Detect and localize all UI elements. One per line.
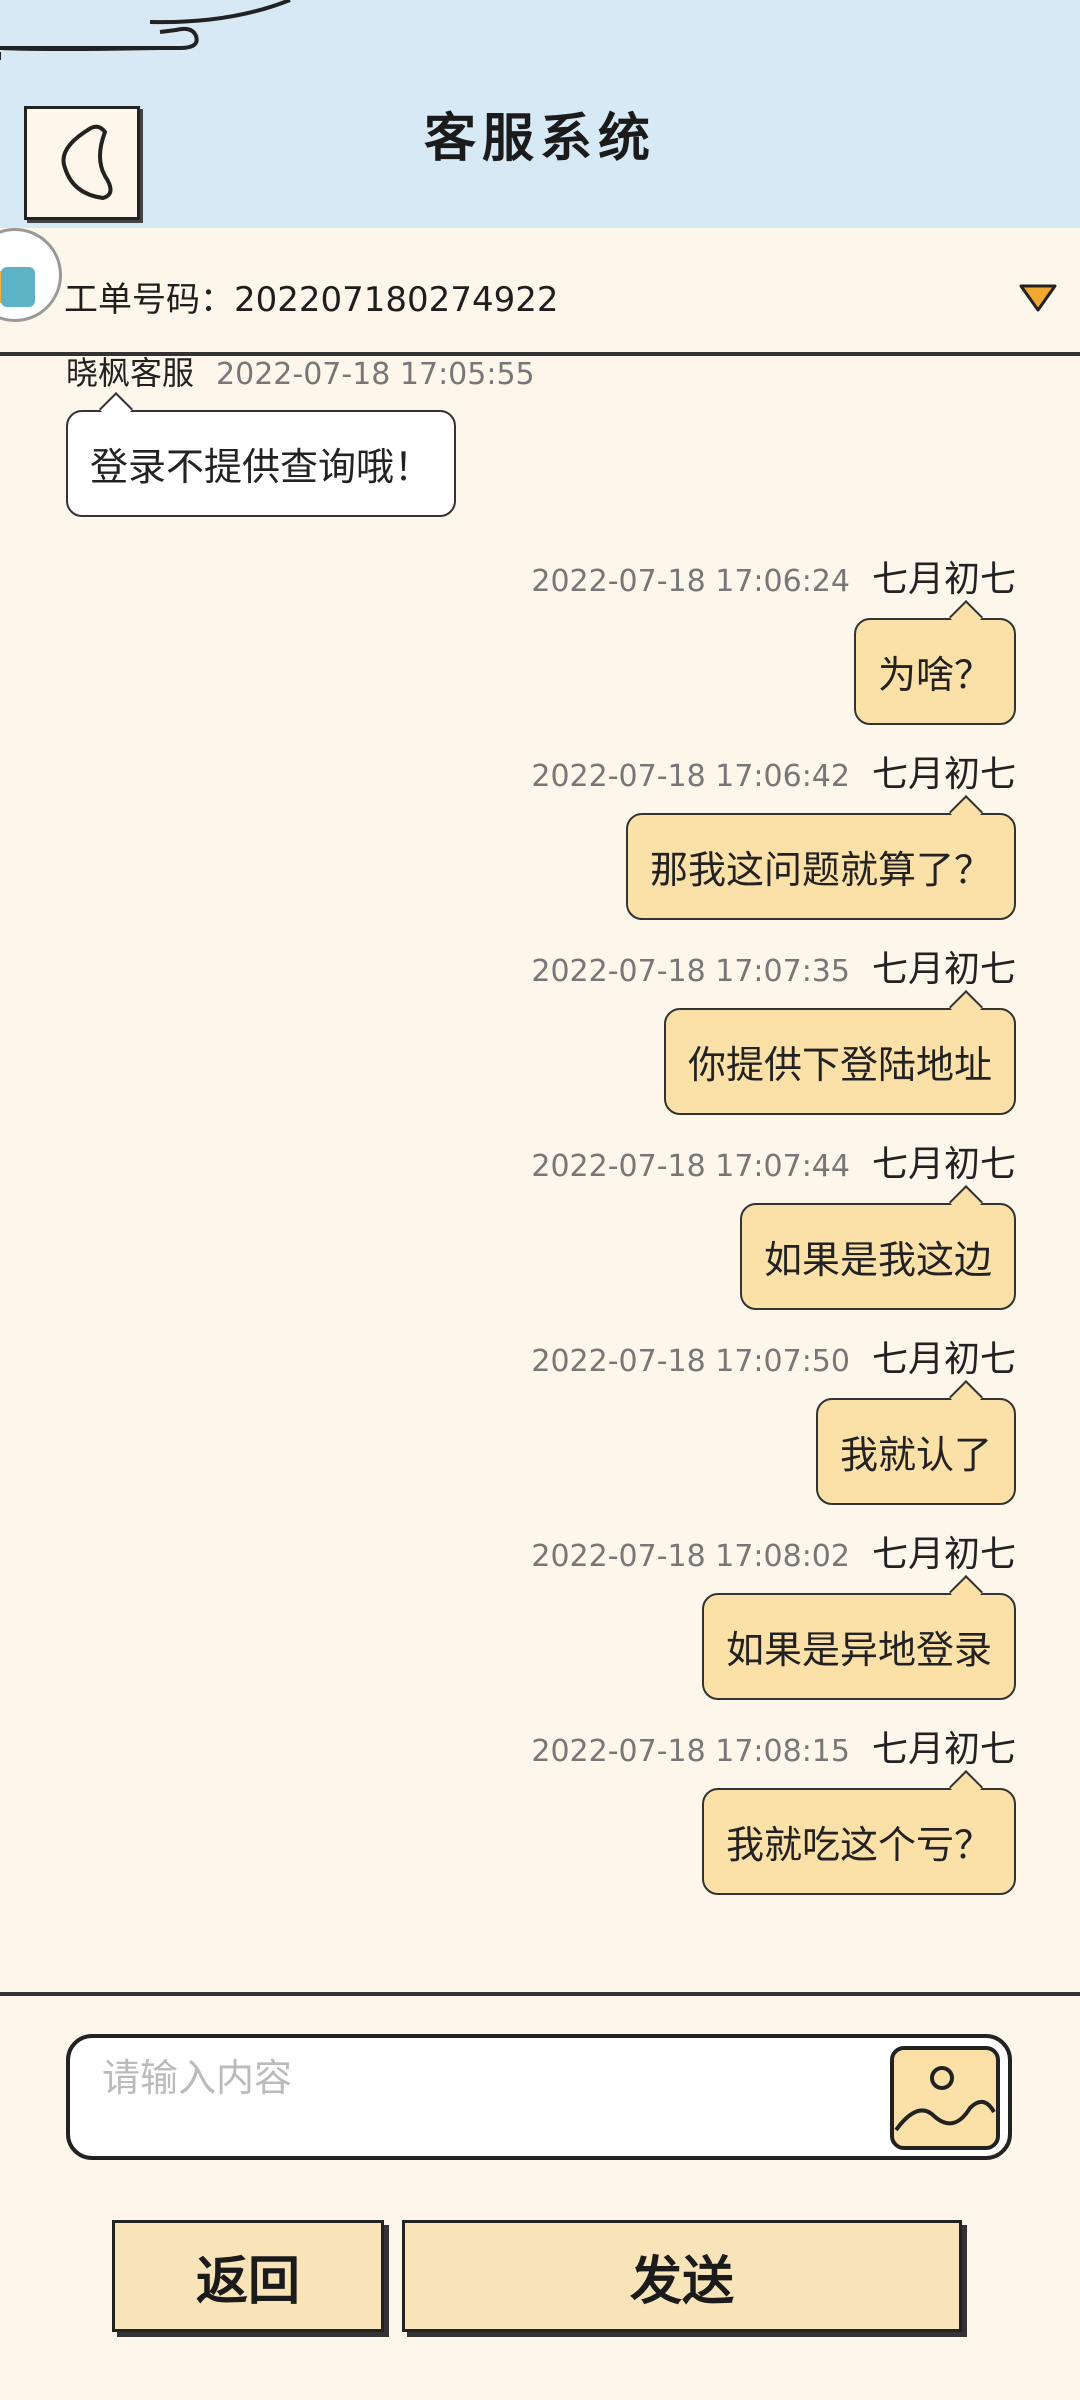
- message-item: 2022-07-18 17:06:24 七月初七 为啥？: [531, 550, 1016, 725]
- message-time: 2022-07-18 17:06:42: [531, 759, 850, 794]
- message-item: 2022-07-18 17:06:42 七月初七 那我这问题就算了？: [531, 745, 1016, 920]
- image-upload-button[interactable]: [890, 2046, 1000, 2150]
- header: 客服系统: [0, 0, 1080, 228]
- message-time: 2022-07-18 17:07:50: [531, 1344, 850, 1379]
- ticket-bar[interactable]: 工单号码：202207180274922: [0, 228, 1080, 356]
- sender-name: 七月初七: [871, 1339, 1016, 1380]
- message-bubble: 我就认了: [815, 1398, 1016, 1505]
- message-time: 2022-07-18 17:08:15: [531, 1734, 850, 1769]
- sender-name: 七月初七: [871, 559, 1016, 600]
- sender-name: 七月初七: [871, 754, 1016, 795]
- message-time: 2022-07-18 17:05:55: [216, 357, 535, 392]
- message-bubble: 那我这问题就算了？: [625, 813, 1016, 920]
- message-time: 2022-07-18 17:07:44: [531, 1149, 850, 1184]
- message-bubble: 我就吃这个亏？: [701, 1788, 1016, 1895]
- sender-name: 七月初七: [871, 1144, 1016, 1185]
- message-bubble: 登录不提供查询哦！: [66, 410, 457, 517]
- sender-name: 晓枫客服: [66, 356, 195, 392]
- ticket-number: 工单号码：202207180274922: [64, 280, 559, 320]
- avatar: [0, 228, 62, 322]
- message-item: 2022-07-18 17:08:15 七月初七 我就吃这个亏？: [531, 1720, 1016, 1895]
- message-item: 晓枫客服 2022-07-18 17:05:55 登录不提供查询哦！: [66, 356, 535, 517]
- message-item: 2022-07-18 17:07:50 七月初七 我就认了: [531, 1330, 1016, 1505]
- image-icon: [894, 2066, 996, 2132]
- sender-name: 七月初七: [871, 949, 1016, 990]
- message-bubble: 如果是我这边: [739, 1203, 1016, 1310]
- dropdown-triangle-icon[interactable]: [1018, 282, 1058, 314]
- chat-area[interactable]: 晓枫客服 2022-07-18 17:05:55 登录不提供查询哦！ 2022-0…: [0, 356, 1080, 1976]
- message-bubble: 你提供下登陆地址: [663, 1008, 1016, 1115]
- message-input-box[interactable]: [66, 2034, 1012, 2160]
- send-button[interactable]: 发送: [402, 2220, 962, 2332]
- message-item: 2022-07-18 17:07:44 七月初七 如果是我这边: [531, 1135, 1016, 1310]
- sender-name: 七月初七: [871, 1534, 1016, 1575]
- message-item: 2022-07-18 17:07:35 七月初七 你提供下登陆地址: [531, 940, 1016, 1115]
- message-input[interactable]: [100, 2052, 884, 2104]
- message-bubble: 为啥？: [853, 618, 1016, 725]
- message-time: 2022-07-18 17:06:24: [531, 564, 850, 599]
- message-bubble: 如果是异地登录: [701, 1593, 1016, 1700]
- return-button[interactable]: 返回: [112, 2220, 384, 2332]
- sender-name: 七月初七: [871, 1729, 1016, 1770]
- message-item: 2022-07-18 17:08:02 七月初七 如果是异地登录: [531, 1525, 1016, 1700]
- cloud-decoration-icon: [0, 0, 291, 60]
- page-title: 客服系统: [423, 108, 656, 169]
- message-time: 2022-07-18 17:07:35: [531, 954, 850, 989]
- message-time: 2022-07-18 17:08:02: [531, 1539, 850, 1574]
- divider: [0, 1992, 1080, 1996]
